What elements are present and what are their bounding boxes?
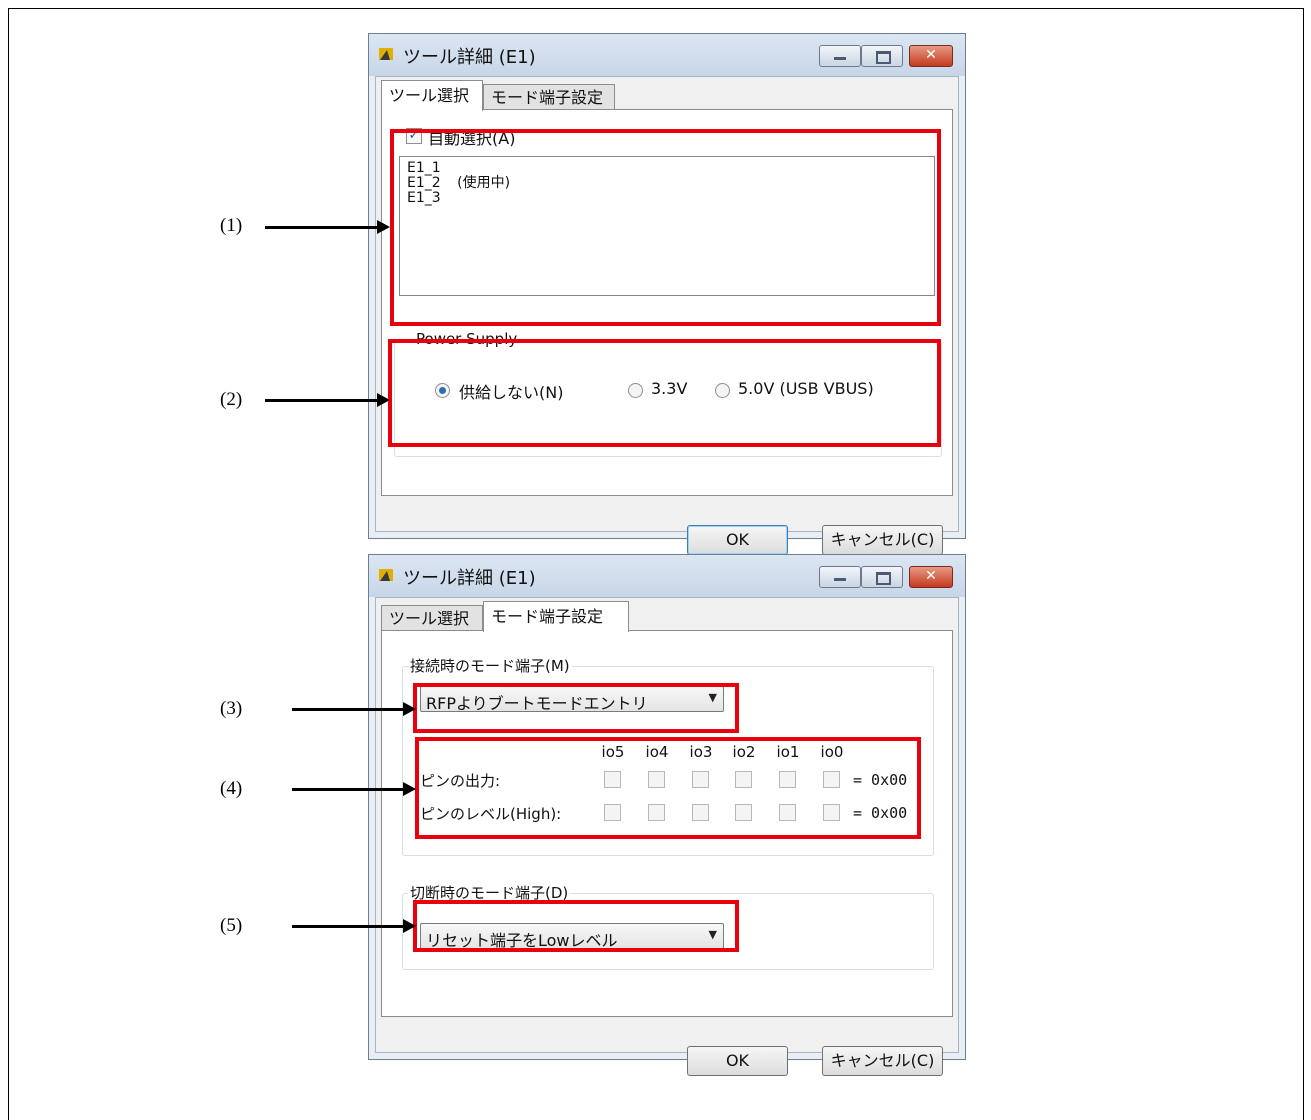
highlight-box-3 — [413, 683, 739, 733]
app-icon — [379, 569, 393, 581]
minimize-icon — [834, 578, 846, 581]
arrow-right-icon — [403, 782, 416, 796]
callout-label-4: (4) — [220, 778, 243, 799]
window-title: ツール詳細 (E1) — [403, 568, 536, 589]
callout-arrow-1 — [265, 226, 379, 229]
tab-tool-select[interactable]: ツール選択 — [381, 80, 483, 111]
ok-button[interactable]: OK — [687, 525, 788, 555]
tab-mode-pin-settings[interactable]: モード端子設定 — [483, 601, 629, 632]
highlight-box-4 — [415, 737, 921, 839]
maximize-button[interactable] — [861, 45, 903, 67]
arrow-right-icon — [403, 919, 416, 933]
arrow-right-icon — [377, 393, 390, 407]
maximize-icon — [876, 51, 891, 64]
minimize-button[interactable] — [819, 566, 861, 588]
connect-mode-title: 接続時のモード端子(M) — [408, 655, 572, 676]
title-bar[interactable]: ツール詳細 (E1) ✕ — [369, 34, 965, 76]
highlight-box-1 — [390, 129, 941, 326]
callout-arrow-5 — [292, 925, 405, 928]
minimize-icon — [834, 57, 846, 60]
tab-tool-select[interactable]: ツール選択 — [381, 605, 483, 631]
tab-mode-pin-settings[interactable]: モード端子設定 — [483, 84, 615, 110]
close-icon: ✕ — [925, 568, 937, 584]
maximize-icon — [876, 572, 891, 585]
arrow-right-icon — [377, 220, 390, 234]
callout-label-3: (3) — [220, 698, 243, 719]
window-title: ツール詳細 (E1) — [403, 47, 536, 68]
maximize-button[interactable] — [861, 566, 903, 588]
highlight-box-5 — [413, 900, 739, 952]
callout-label-2: (2) — [220, 389, 243, 410]
close-button[interactable]: ✕ — [909, 45, 953, 67]
close-icon: ✕ — [925, 47, 937, 63]
close-button[interactable]: ✕ — [909, 566, 953, 588]
minimize-button[interactable] — [819, 45, 861, 67]
callout-label-1: (1) — [220, 215, 243, 236]
callout-arrow-2 — [265, 399, 379, 402]
highlight-box-2 — [388, 339, 941, 447]
title-bar[interactable]: ツール詳細 (E1) ✕ — [369, 555, 965, 597]
cancel-button[interactable]: キャンセル(C) — [822, 1046, 943, 1076]
ok-button[interactable]: OK — [687, 1046, 788, 1076]
app-icon — [379, 48, 393, 60]
callout-arrow-4 — [292, 788, 405, 791]
cancel-button[interactable]: キャンセル(C) — [822, 525, 943, 555]
arrow-right-icon — [403, 702, 416, 716]
callout-label-5: (5) — [220, 915, 243, 936]
callout-arrow-3 — [292, 708, 405, 711]
